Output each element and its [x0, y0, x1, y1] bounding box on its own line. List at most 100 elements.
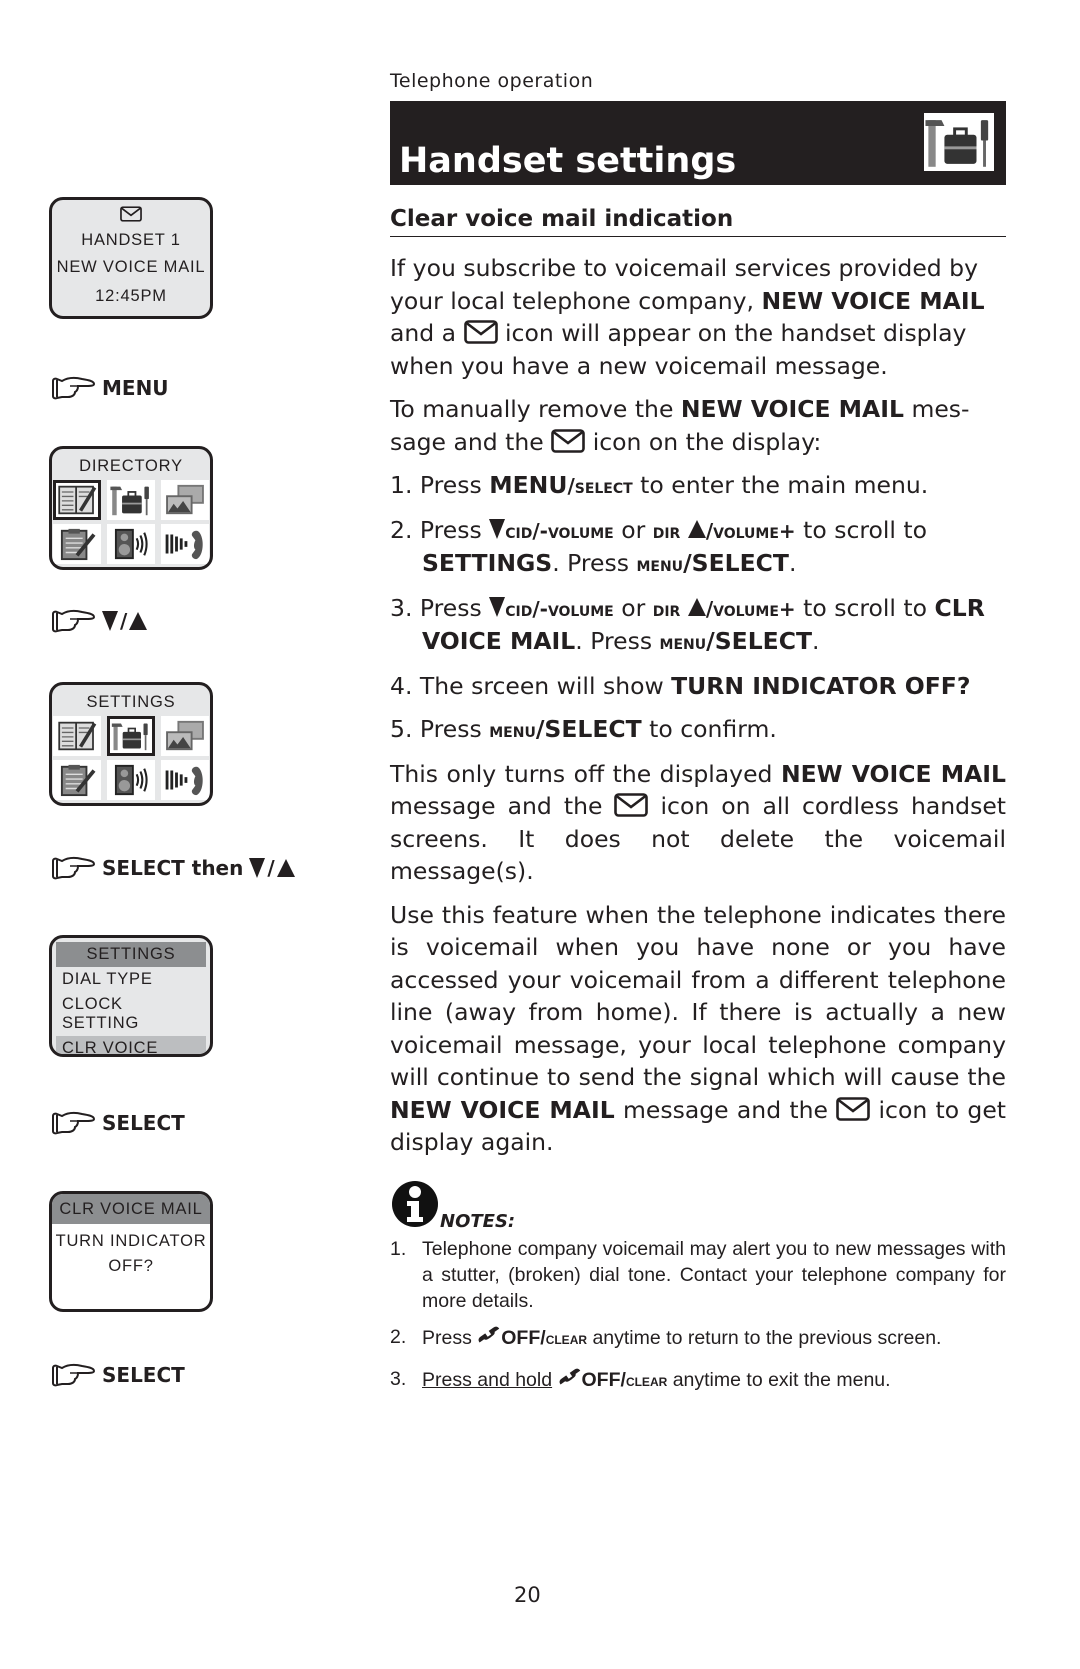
text: or	[613, 515, 653, 544]
directory-icon	[53, 716, 101, 756]
step-3: 3. Press cid/-volume or dir /volume+ to …	[390, 592, 1006, 659]
key-name: OFF/	[501, 1327, 546, 1349]
notes-title: NOTES:	[440, 1211, 516, 1232]
key-name: cid/-volume	[505, 518, 614, 543]
text: Press	[422, 1327, 478, 1349]
pictures-icon	[161, 480, 209, 520]
step-number: 3.	[390, 593, 420, 622]
phone-off-icon	[558, 1366, 582, 1388]
note-item: 2. Press OFF/clear anytime to return to …	[390, 1324, 1006, 1352]
pictures-icon	[161, 716, 209, 756]
remove-paragraph: To manually remove the NEW VOICE MAIL me…	[390, 393, 1006, 458]
speaker-icon	[107, 760, 155, 800]
text: .	[812, 627, 820, 655]
down-arrow-icon	[489, 596, 505, 618]
step-number: 2.	[390, 515, 420, 544]
instruction-text: SELECT then	[102, 856, 244, 880]
text-bold: NEW VOICE MAIL	[761, 286, 985, 315]
note-text: Press OFF/clear anytime to return to the…	[422, 1324, 1006, 1352]
text: to enter the main menu.	[632, 471, 929, 499]
step-number: 1.	[390, 471, 420, 499]
screen-title: SETTINGS	[86, 693, 176, 711]
instruction-text: SELECT	[102, 1363, 185, 1387]
key-name: clear	[545, 1329, 588, 1348]
key-name: /select	[567, 474, 633, 498]
key-name: menu	[659, 630, 707, 654]
page-title: Handset settings	[399, 141, 737, 181]
usage-paragraph: Use this feature when the telephone indi…	[390, 899, 1006, 1159]
screen-title: CLR VOICE MAIL	[52, 1194, 210, 1224]
screen-line: TURN INDICATOR	[55, 1232, 207, 1250]
screen-line: NEW VOICE MAIL	[56, 258, 206, 276]
step-1: 1. Press MENU/select to enter the main m…	[390, 469, 1006, 503]
pointing-hand-icon	[50, 1110, 96, 1136]
section-subtitle: Clear voice mail indication	[390, 206, 1006, 237]
key-name: /volume+	[705, 596, 796, 621]
key-name: /volume+	[705, 518, 796, 543]
text: Press	[419, 593, 490, 622]
envelope-icon	[836, 1097, 870, 1121]
instruction-text: MENU	[102, 376, 169, 400]
instruction-select-confirm: SELECT	[50, 1362, 185, 1388]
text: . Press	[575, 627, 660, 655]
step-2: 2. Press cid/-volume or dir /volume+ to …	[390, 514, 1006, 581]
note-item: 1. Telephone company voicemail may alert…	[390, 1236, 1006, 1314]
key-name: /SELECT	[706, 627, 813, 655]
text-bold: NEW VOICE MAIL	[390, 1095, 615, 1124]
text: to scroll to	[795, 515, 928, 544]
screen-line: OFF?	[108, 1257, 154, 1275]
text: anytime to exit the menu.	[667, 1369, 891, 1391]
down-arrow-icon	[249, 857, 265, 879]
key-name: dir	[652, 596, 681, 621]
menu-item-dial-type: DIAL TYPE	[62, 970, 153, 988]
envelope-icon	[614, 793, 648, 817]
text: Press	[419, 515, 490, 544]
screen-title: SETTINGS	[56, 942, 206, 967]
menu-item-clr-voice-mail: CLR VOICE MAIL	[56, 1036, 206, 1054]
step-number: 4.	[390, 671, 420, 700]
text: .	[788, 549, 797, 577]
speaker-icon	[107, 524, 155, 564]
text-underlined: Press and hold	[422, 1369, 553, 1391]
text: to confirm.	[641, 715, 777, 743]
section-label: Telephone operation	[390, 70, 594, 92]
text-bold: NEW VOICE MAIL	[680, 395, 904, 423]
key-name: /SELECT	[535, 715, 642, 743]
text: to scroll to	[795, 593, 935, 622]
instruction-menu: MENU	[50, 375, 169, 401]
up-arrow-icon	[129, 610, 147, 632]
note-item: 3. Press and hold OFF/clear anytime to e…	[390, 1366, 1006, 1394]
text: Use this feature when the telephone indi…	[390, 900, 1006, 1092]
envelope-icon	[464, 320, 498, 344]
screen-idle: HANDSET 1 NEW VOICE MAIL 12:45PM	[49, 197, 213, 319]
ringer-icon	[161, 760, 209, 800]
up-arrow-icon	[688, 518, 706, 540]
menu-icon-grid	[52, 716, 210, 800]
main-body: If you subscribe to voicemail services p…	[390, 252, 1006, 1159]
text: or	[613, 593, 653, 622]
info-icon	[391, 1180, 439, 1228]
key-name: /SELECT	[683, 549, 789, 577]
text: The srceen will show	[419, 671, 672, 700]
instruction-scroll: /	[50, 608, 147, 634]
pointing-hand-icon	[50, 608, 96, 634]
memo-icon	[53, 760, 101, 800]
step-4: 4. The srceen will show TURN INDICATOR O…	[390, 670, 1006, 703]
text: and a	[390, 319, 464, 347]
separator: /	[267, 856, 275, 880]
ringer-icon	[161, 524, 209, 564]
intro-paragraph: If you subscribe to voicemail services p…	[390, 252, 1006, 382]
instruction-select-scroll: SELECT then /	[50, 855, 295, 881]
separator: /	[120, 609, 128, 633]
envelope-icon	[551, 429, 585, 453]
instruction-select: SELECT	[50, 1110, 185, 1136]
settings-tools-icon	[107, 480, 155, 520]
down-arrow-icon	[489, 518, 505, 540]
note-text: Press and hold OFF/clear anytime to exit…	[422, 1366, 1006, 1394]
key-name: OFF/	[581, 1369, 626, 1391]
note-number: 3.	[390, 1368, 407, 1390]
screen-settings-list: SETTINGS DIAL TYPE CLOCK SETTING CLR VOI…	[49, 935, 213, 1057]
screen-time: 12:45PM	[95, 287, 167, 305]
text-bold: NEW VOICE MAIL	[780, 759, 1007, 788]
memo-icon	[53, 524, 101, 564]
